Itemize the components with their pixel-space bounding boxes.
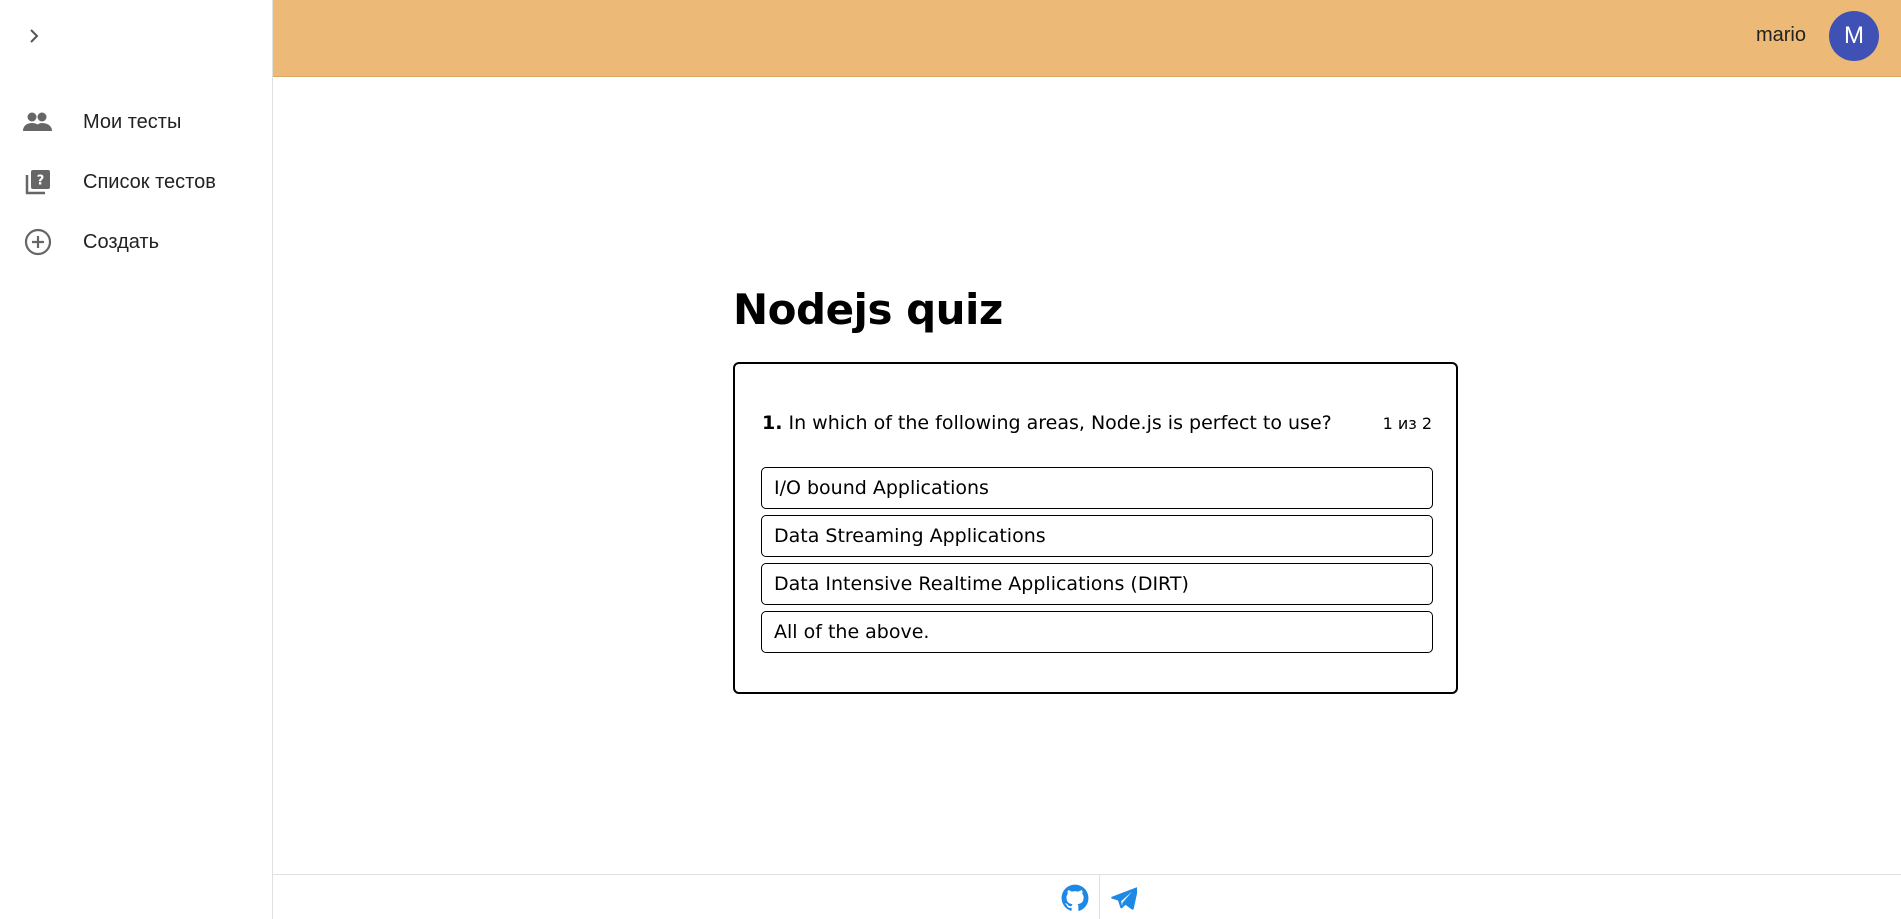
username: mario xyxy=(1755,24,1806,46)
add-circle-icon xyxy=(23,227,53,257)
sidebar-item-create[interactable]: Создать xyxy=(0,212,272,272)
top-header: mario M xyxy=(273,0,1901,77)
telegram-icon xyxy=(1111,886,1137,910)
footer xyxy=(273,874,1901,919)
expand-sidebar-button[interactable] xyxy=(20,22,48,50)
telegram-link[interactable] xyxy=(1104,875,1144,919)
chevron-right-icon xyxy=(30,29,39,43)
sidebar-item-test-list[interactable]: ? Список тестов xyxy=(0,152,272,212)
people-icon xyxy=(23,107,53,137)
sidebar-nav: Мои тесты ? Список тестов Создать xyxy=(0,92,272,272)
answer-option[interactable]: I/O bound Applications xyxy=(761,467,1433,509)
sidebar-item-label: Создать xyxy=(83,230,160,253)
question-row: 1. In which of the following areas, Node… xyxy=(762,412,1432,434)
github-icon xyxy=(1061,884,1089,911)
sidebar-item-my-tests[interactable]: Мои тесты xyxy=(0,92,272,152)
answer-option[interactable]: Data Streaming Applications xyxy=(761,515,1433,557)
github-link[interactable] xyxy=(1055,875,1095,919)
footer-divider xyxy=(1099,875,1100,919)
footer-links xyxy=(1055,875,1144,919)
question-number: 1. xyxy=(762,412,783,434)
sidebar-item-label: Список тестов xyxy=(83,170,216,193)
question-counter: 1 из 2 xyxy=(1382,414,1432,433)
avatar[interactable]: M xyxy=(1829,11,1879,61)
answer-list: I/O bound Applications Data Streaming Ap… xyxy=(761,467,1433,659)
sidebar: Мои тесты ? Список тестов Создать xyxy=(0,0,273,919)
answer-option[interactable]: Data Intensive Realtime Applications (DI… xyxy=(761,563,1433,605)
question-card: 1. In which of the following areas, Node… xyxy=(733,362,1458,694)
quiz-title: Nodejs quiz xyxy=(733,285,1003,334)
sidebar-item-label: Мои тесты xyxy=(83,110,182,133)
question-text: 1. In which of the following areas, Node… xyxy=(762,412,1332,434)
svg-text:?: ? xyxy=(37,174,45,189)
quiz-list-icon: ? xyxy=(23,167,53,197)
question-body: In which of the following areas, Node.js… xyxy=(788,412,1332,434)
answer-option[interactable]: All of the above. xyxy=(761,611,1433,653)
